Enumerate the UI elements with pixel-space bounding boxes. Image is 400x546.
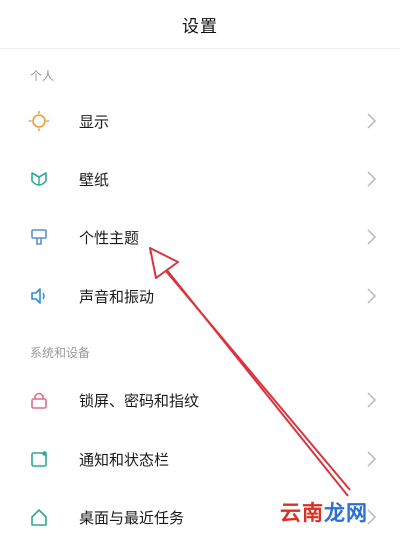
section-label-system: 系统和设备 [30,346,91,360]
theme-brush-icon [28,226,50,248]
chevron-right-icon [367,229,377,245]
settings-item-label: 锁屏、密码和指纹 [79,391,200,410]
settings-item-sound[interactable]: 声音和振动 [0,267,400,325]
settings-item-label: 显示 [79,112,110,131]
settings-item-label: 桌面与最近任务 [79,508,185,527]
chevron-right-icon [367,113,377,129]
home-icon [28,506,50,528]
settings-header: 设置 [0,0,400,49]
settings-item-label: 声音和振动 [79,287,155,306]
lock-icon [28,389,50,411]
watermark-logo: 云南龙网 [280,501,368,525]
settings-item-wallpaper[interactable]: 壁纸 [0,150,400,208]
settings-item-display[interactable]: 显示 [0,92,400,150]
settings-item-lockscreen[interactable]: 锁屏、密码和指纹 [0,371,400,429]
settings-item-theme[interactable]: 个性主题 [0,208,400,266]
settings-item-notifications[interactable]: 通知和状态栏 [0,430,400,488]
settings-item-label: 壁纸 [79,170,110,189]
chevron-right-icon [367,288,377,304]
chevron-right-icon [367,392,377,408]
page-title: 设置 [182,16,218,37]
chevron-right-icon [367,451,377,467]
speaker-icon [28,285,50,307]
settings-item-label: 通知和状态栏 [79,450,170,469]
chevron-right-icon [367,171,377,187]
sun-icon [28,110,50,132]
section-label-personal: 个人 [30,69,55,83]
notification-icon [28,448,50,470]
settings-item-label: 个性主题 [79,228,140,247]
wallpaper-icon [28,168,50,190]
